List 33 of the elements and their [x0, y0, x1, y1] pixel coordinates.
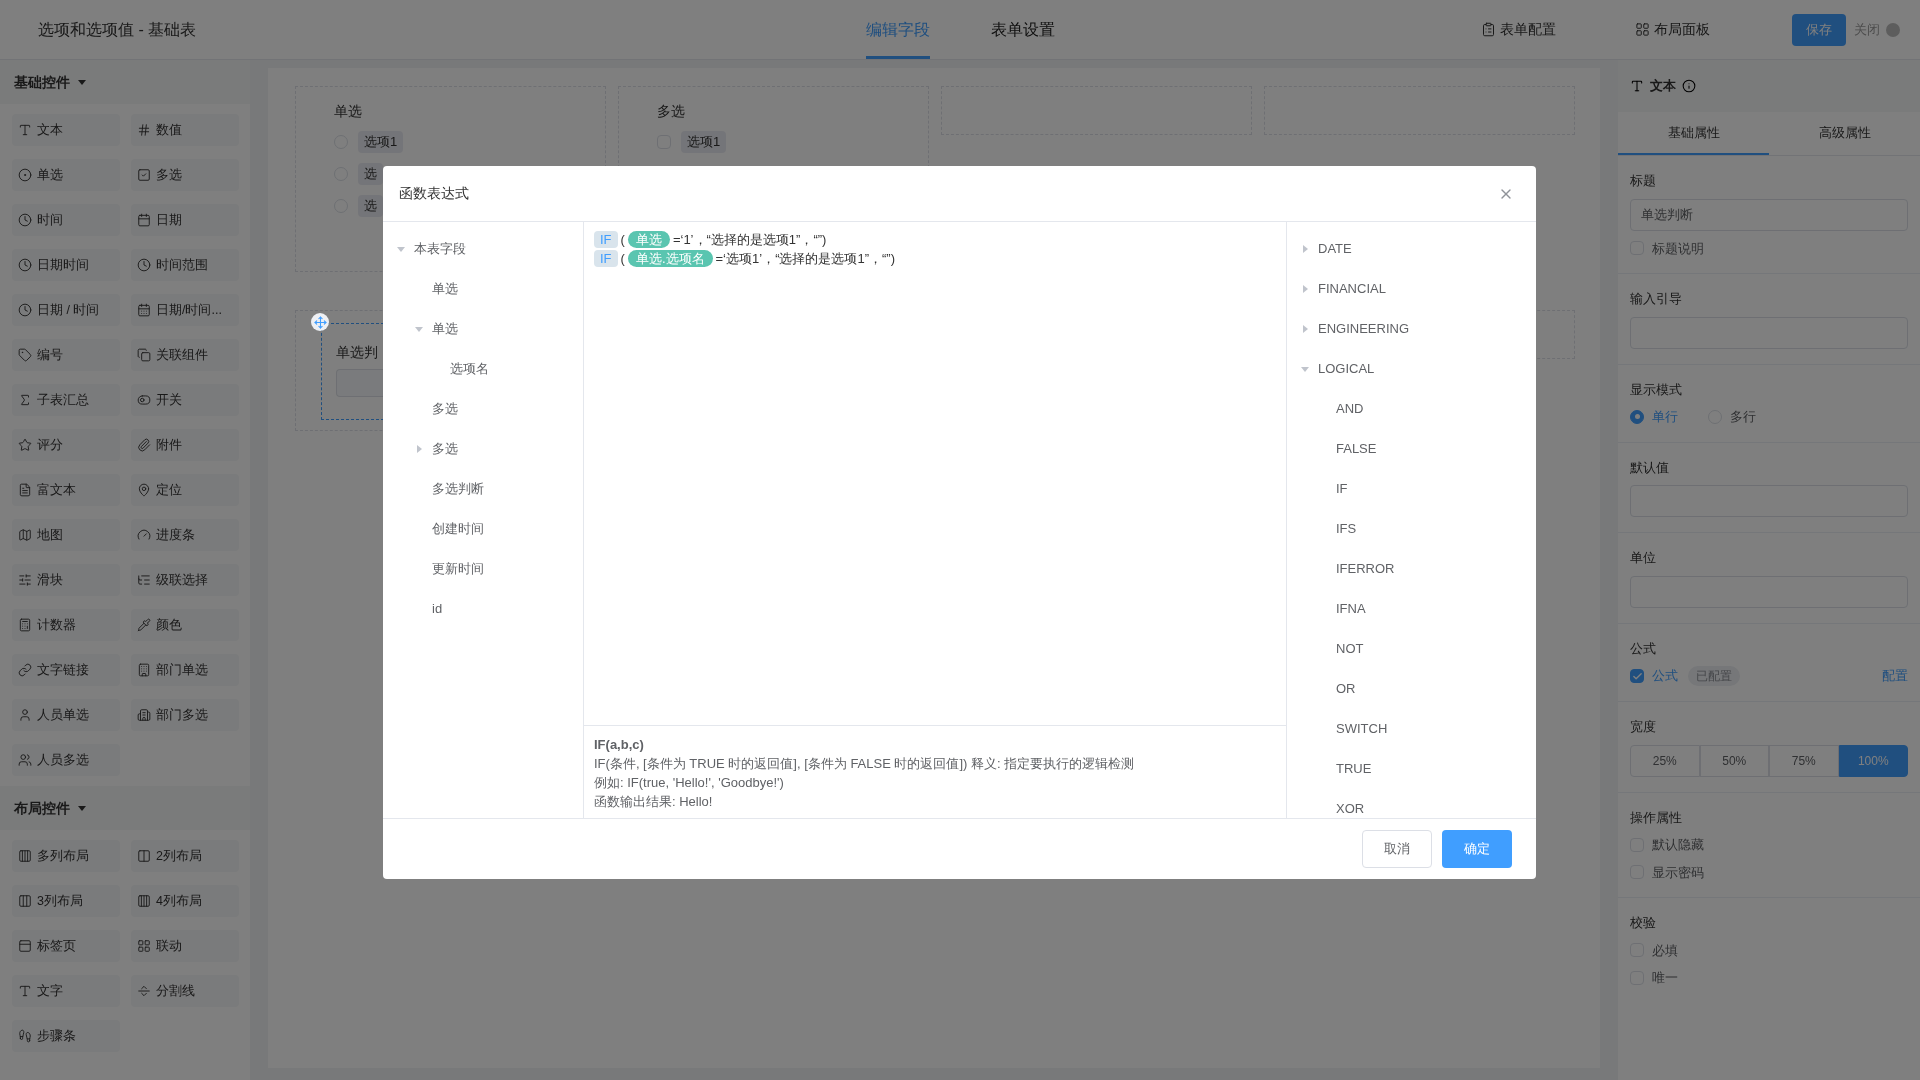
field-label: 单选判: [336, 343, 378, 362]
expression-text: =‘1’，“选择的是选项1”，“”): [672, 230, 827, 249]
field-label: 多选: [657, 102, 685, 121]
page-title: 选项和选项值 - 基础表: [38, 19, 198, 40]
function-signature: IF(a,b,c): [594, 736, 644, 754]
option-tag: 选项1: [681, 131, 727, 153]
function-token: IF: [594, 250, 618, 267]
field-token: 单选.选项名: [627, 250, 713, 267]
help-text: 例如: IF(true, 'Hello!', 'Goodbye!'): [594, 774, 784, 792]
expression-text: (: [620, 230, 625, 249]
option-tag: 选: [358, 163, 383, 185]
section-label: 校验: [1630, 914, 1656, 932]
expression-text: =‘选项1’，“选择的是选项1”，“”): [715, 249, 895, 268]
field-token: 单选: [627, 231, 670, 248]
section-label: 公式: [1630, 639, 1656, 658]
section-title: 布局控件: [14, 798, 70, 818]
section-label: 显示模式: [1630, 380, 1682, 399]
help-text: 函数输出结果: Hello!: [594, 793, 713, 811]
panel-title: 文本: [1650, 77, 1676, 96]
option-tag: 选项1: [358, 131, 404, 153]
section-label: 操作属性: [1630, 808, 1682, 827]
function-token: IF: [594, 231, 618, 248]
field-label: 单选: [334, 102, 362, 121]
expression-text: (: [620, 249, 625, 268]
section-label: 标题: [1630, 172, 1656, 190]
help-text: IF(条件, [条件为 TRUE 时的返回值], [条件为 FALSE 时的返回值]) 释义: 指定要执行的逻辑检测: [594, 755, 1135, 773]
dialog-title: 函数表达式: [399, 184, 469, 203]
section-label: 宽度: [1630, 718, 1656, 736]
section-title: 基础控件: [14, 72, 70, 92]
option-tag: 选: [358, 195, 383, 217]
section-label: 单位: [1630, 549, 1656, 567]
section-label: 输入引导: [1630, 290, 1682, 308]
section-label: 默认值: [1630, 458, 1669, 477]
